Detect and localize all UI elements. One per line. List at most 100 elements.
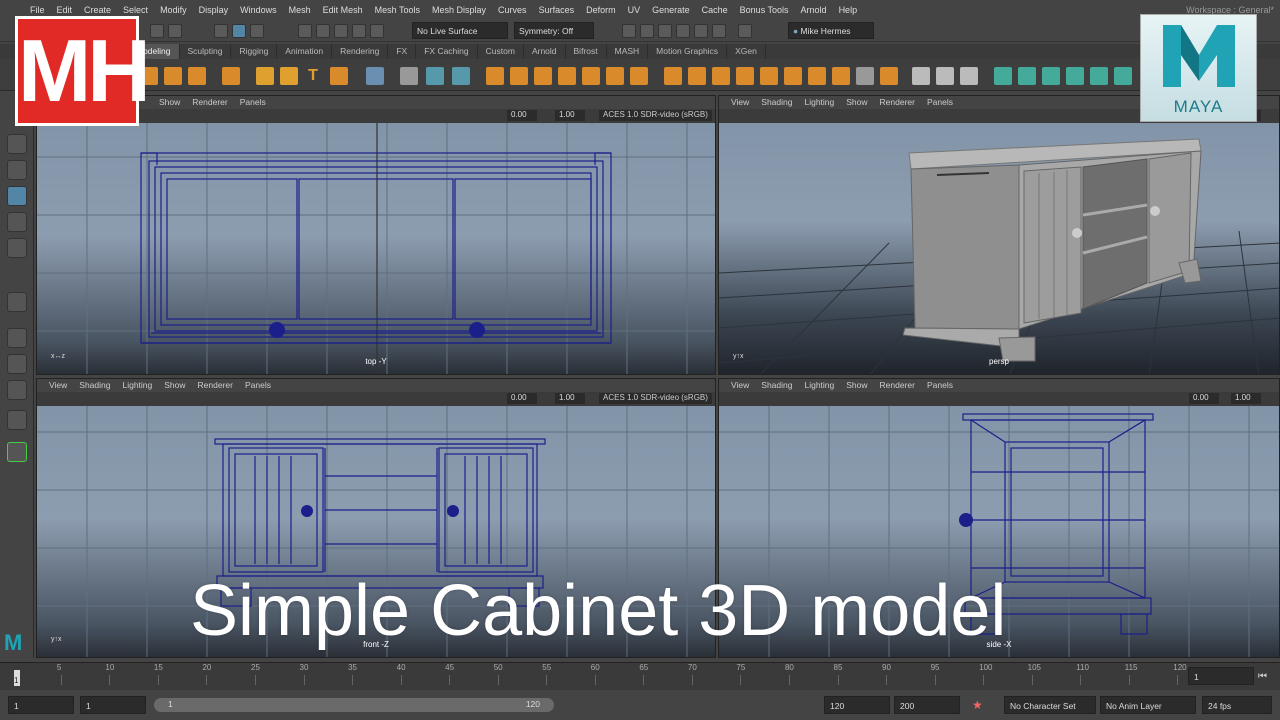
vp-menu-lighting[interactable]: Lighting <box>116 379 158 392</box>
menu-cache[interactable]: Cache <box>696 5 734 15</box>
smooth-brush-icon[interactable] <box>936 67 954 85</box>
playback-start-field[interactable]: 1 <box>80 696 146 714</box>
vp-menu-shading[interactable]: Shading <box>755 379 798 392</box>
boolean-icon[interactable] <box>486 67 504 85</box>
exposure-field[interactable]: 0.00 <box>507 393 537 404</box>
slide-edge-icon[interactable] <box>880 67 898 85</box>
sculpt-icon[interactable] <box>912 67 930 85</box>
menu-generate[interactable]: Generate <box>646 5 696 15</box>
extract-icon[interactable] <box>534 67 552 85</box>
menu-edit-mesh[interactable]: Edit Mesh <box>317 5 369 15</box>
tab-animation[interactable]: Animation <box>277 44 333 59</box>
snap-view-icon[interactable] <box>352 24 366 38</box>
user-account-field[interactable]: ● Mike Hermes <box>788 22 874 39</box>
uv-editor-icon[interactable] <box>366 67 384 85</box>
single-view-icon[interactable] <box>7 292 27 312</box>
redo-icon[interactable] <box>168 24 182 38</box>
menu-windows[interactable]: Windows <box>234 5 283 15</box>
vp-menu-show[interactable]: Show <box>153 96 186 109</box>
tab-arnold[interactable]: Arnold <box>524 44 566 59</box>
menu-modify[interactable]: Modify <box>154 5 193 15</box>
range-bar[interactable]: 1 120 <box>154 698 554 712</box>
viewport-top[interactable]: Show Renderer Panels 0.00 1.00 ACES 1.0 … <box>36 95 716 375</box>
tab-sculpting[interactable]: Sculpting <box>180 44 232 59</box>
poly-cube-icon[interactable] <box>164 67 182 85</box>
delete-history-icon[interactable] <box>1042 67 1060 85</box>
super-shape-icon[interactable] <box>256 67 274 85</box>
target-weld-icon[interactable] <box>760 67 778 85</box>
poly-platonic-icon[interactable] <box>222 67 240 85</box>
collapse-icon[interactable] <box>784 67 802 85</box>
quad-draw-icon[interactable] <box>856 67 874 85</box>
append-polygon-icon[interactable] <box>664 67 682 85</box>
tab-bifrost[interactable]: Bifrost <box>566 44 607 59</box>
go-to-start-icon[interactable]: ⏮ <box>1258 671 1267 682</box>
viewport-persp[interactable]: View Shading Lighting Show Renderer Pane… <box>718 95 1280 375</box>
vp-menu-renderer[interactable]: Renderer <box>874 96 921 109</box>
menu-display[interactable]: Display <box>193 5 235 15</box>
pause-icon[interactable] <box>738 24 752 38</box>
fill-hole-icon[interactable] <box>630 67 648 85</box>
tab-xgen[interactable]: XGen <box>727 44 766 59</box>
menu-file[interactable]: File <box>24 5 51 15</box>
tab-rigging[interactable]: Rigging <box>231 44 278 59</box>
bevel-icon[interactable] <box>558 67 576 85</box>
menu-arnold[interactable]: Arnold <box>795 5 833 15</box>
ipr-render-icon[interactable] <box>640 24 654 38</box>
vp-menu-panels[interactable]: Panels <box>921 96 959 109</box>
sweep-mesh-icon[interactable] <box>280 67 298 85</box>
menu-deform[interactable]: Deform <box>580 5 622 15</box>
scale-tool-icon[interactable] <box>7 238 27 258</box>
symmetry-field[interactable]: Symmetry: Off <box>514 22 594 39</box>
select-arrow-icon[interactable] <box>7 134 27 154</box>
tab-fx-caching[interactable]: FX Caching <box>416 44 478 59</box>
snap-grid-icon[interactable] <box>298 24 312 38</box>
tab-mash[interactable]: MASH <box>607 44 649 59</box>
smooth-icon[interactable] <box>452 67 470 85</box>
vp-menu-view[interactable]: View <box>725 379 755 392</box>
time-slider[interactable]: 5 10 15 20 25 30 35 40 45 50 55 60 65 70 75 80 85 90 95 100… <box>0 662 1280 690</box>
outliner-icon[interactable] <box>7 410 27 430</box>
fps-field[interactable]: 24 fps <box>1202 696 1272 714</box>
svg-icon[interactable] <box>330 67 348 85</box>
lasso-icon[interactable] <box>7 160 27 180</box>
animation-end-field[interactable]: 200 <box>894 696 960 714</box>
current-frame-field[interactable]: 1 <box>1188 667 1254 685</box>
exposure-field[interactable]: 0.00 <box>1189 393 1219 404</box>
vp-menu-panels[interactable]: Panels <box>921 379 959 392</box>
arnold-render-view-icon[interactable] <box>694 24 708 38</box>
menu-uv[interactable]: UV <box>622 5 647 15</box>
vp-menu-shading[interactable]: Shading <box>755 96 798 109</box>
menu-select[interactable]: Select <box>117 5 154 15</box>
center-pivot-icon[interactable] <box>1018 67 1036 85</box>
insert-edge-loop-icon[interactable] <box>712 67 730 85</box>
playback-end-field[interactable]: 120 <box>824 696 890 714</box>
vp-menu-panels[interactable]: Panels <box>239 379 277 392</box>
character-set-field[interactable]: No Character Set <box>1004 696 1096 714</box>
menu-curves[interactable]: Curves <box>492 5 533 15</box>
menu-help[interactable]: Help <box>833 5 864 15</box>
mirror-icon[interactable] <box>510 67 528 85</box>
tab-custom[interactable]: Custom <box>478 44 524 59</box>
color-management-field[interactable]: ACES 1.0 SDR-video (sRGB) <box>599 393 712 404</box>
vp-menu-show[interactable]: Show <box>158 379 191 392</box>
relax-brush-icon[interactable] <box>960 67 978 85</box>
anim-layer-field[interactable]: No Anim Layer <box>1100 696 1196 714</box>
move-tool-icon[interactable] <box>7 186 27 206</box>
color-management-field[interactable]: ACES 1.0 SDR-video (sRGB) <box>599 110 712 121</box>
arnold-ipr-icon[interactable] <box>712 24 726 38</box>
select-object-icon[interactable] <box>232 24 246 38</box>
undo-icon[interactable] <box>150 24 164 38</box>
pivot-icon[interactable] <box>1114 67 1132 85</box>
vp-menu-renderer[interactable]: Renderer <box>874 379 921 392</box>
type-text-icon[interactable]: T <box>304 67 322 85</box>
freeze-icon[interactable] <box>994 67 1012 85</box>
snap-point-icon[interactable] <box>334 24 348 38</box>
vp-menu-view[interactable]: View <box>725 96 755 109</box>
rotate-tool-icon[interactable] <box>7 212 27 232</box>
merge-icon[interactable] <box>832 67 850 85</box>
reset-transform-icon[interactable] <box>1090 67 1108 85</box>
vp-menu-renderer[interactable]: Renderer <box>192 379 239 392</box>
render-icon[interactable] <box>622 24 636 38</box>
vp-menu-show[interactable]: Show <box>840 96 873 109</box>
